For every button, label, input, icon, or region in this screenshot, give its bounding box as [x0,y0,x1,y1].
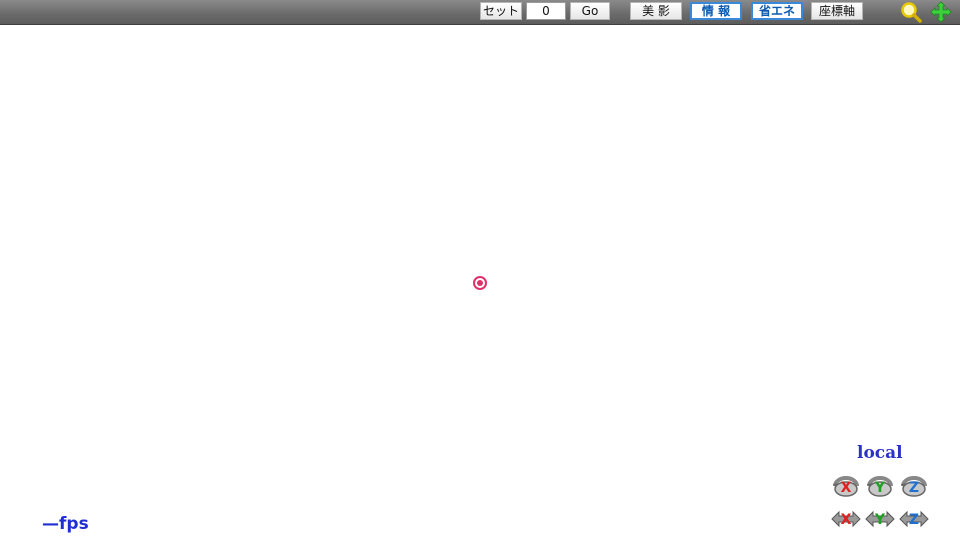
target-circle-icon [473,276,487,290]
svg-text:Y: Y [874,512,886,528]
move-cross-icon[interactable] [930,1,952,23]
rotate-y-icon[interactable]: Y [864,472,896,500]
svg-text:Z: Z [909,480,919,496]
magnifier-icon[interactable] [900,1,922,23]
svg-text:Z: Z [909,512,919,528]
energy-save-toggle[interactable]: 省エネ [751,2,803,20]
axes-toggle[interactable]: 座標軸 [811,2,863,20]
go-button[interactable]: Go [570,2,610,20]
info-toggle[interactable]: 情 報 [690,2,742,20]
svg-text:Y: Y [874,480,886,496]
svg-text:X: X [841,512,852,528]
svg-text:X: X [841,480,852,496]
move-x-icon[interactable]: X [830,505,862,533]
rotate-x-icon[interactable]: X [830,472,862,500]
fps-counter: —fps [42,514,89,534]
move-y-icon[interactable]: Y [864,505,896,533]
coordinate-mode-label[interactable]: local [857,443,903,463]
set-button[interactable]: セット [480,2,522,20]
move-z-icon[interactable]: Z [898,505,930,533]
top-toolbar: セット Go 美 影 情 報 省エネ 座標軸 [0,0,960,25]
frame-number-input[interactable] [526,2,566,20]
beauty-shadow-toggle[interactable]: 美 影 [630,2,682,20]
rotate-z-icon[interactable]: Z [898,472,930,500]
